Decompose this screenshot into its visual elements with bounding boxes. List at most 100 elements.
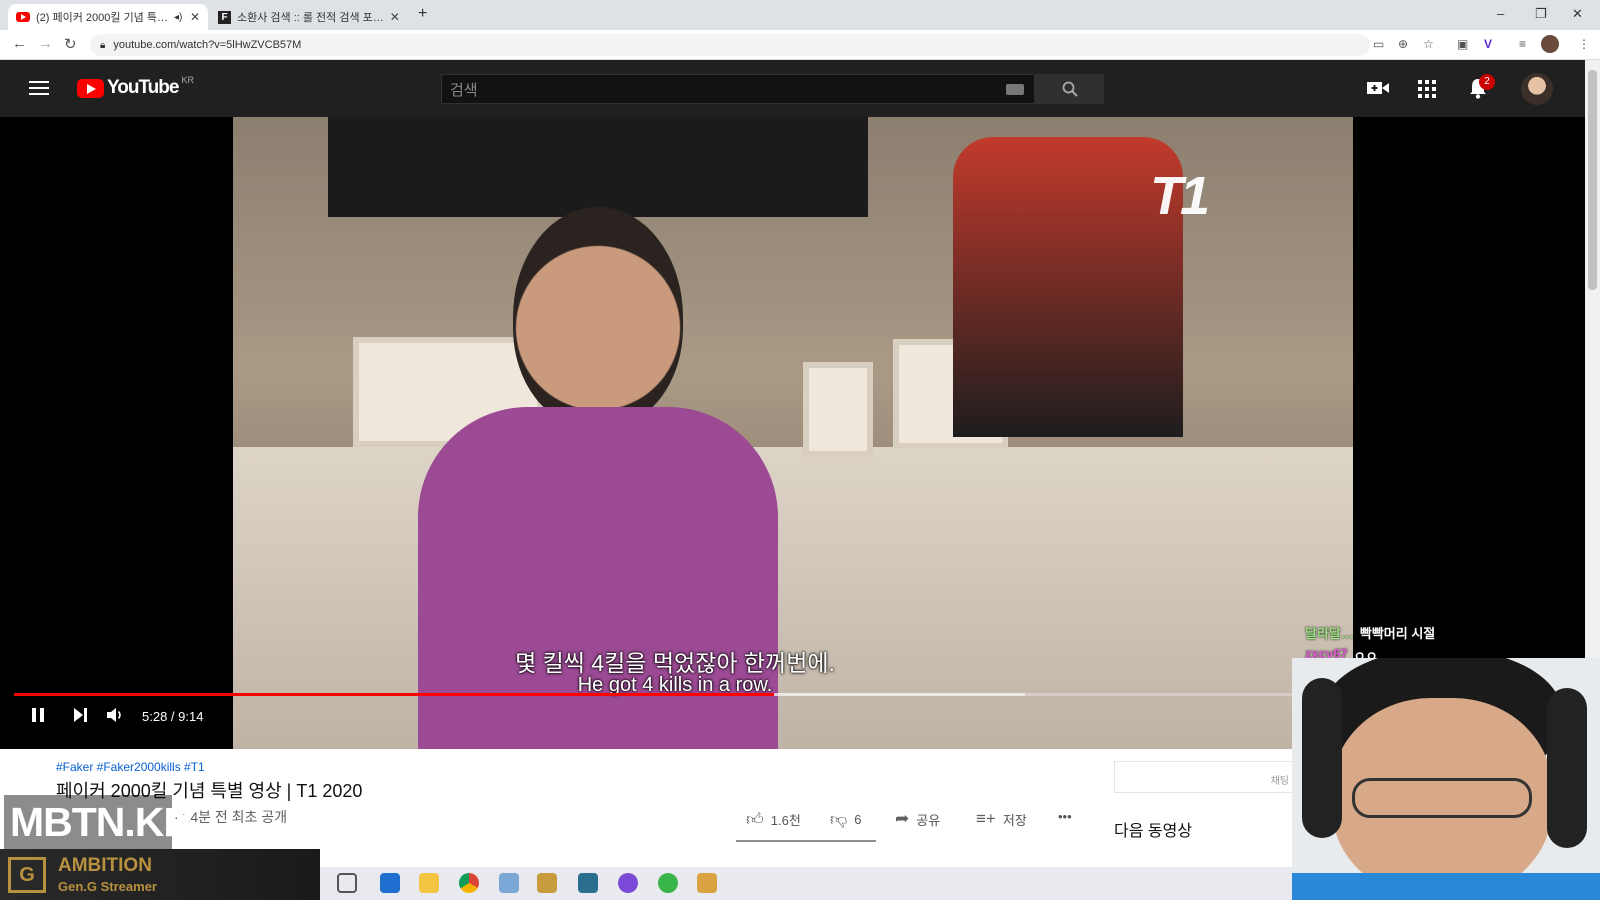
tab-youtube[interactable]: (2) 페이커 2000킬 기념 특… ◂) ✕ [8, 4, 208, 30]
browser-menu-icon[interactable]: ⋮ [1578, 37, 1590, 51]
save-label: 저장 [1002, 812, 1027, 828]
headset-right-scene [1547, 688, 1587, 848]
next-icon [74, 708, 87, 722]
live-chat-input[interactable]: 채팅 [1114, 761, 1294, 793]
logo-text: YouTube [107, 77, 179, 98]
close-icon[interactable]: ✕ [190, 10, 200, 24]
faker-figurine-scene [953, 137, 1183, 437]
pause-icon [32, 708, 44, 722]
youtube-header: YouTube KR 검색 2 [0, 60, 1585, 117]
hamburger-menu-icon[interactable] [29, 81, 49, 95]
tv-screen-scene [328, 117, 868, 217]
streamer-banner: G AMBITION Gen.G Streamer [0, 849, 320, 900]
streamer-subtitle: Gen.G Streamer [58, 879, 157, 894]
dislike-button[interactable]: 👎︎ 6 [830, 809, 862, 830]
site-favicon-icon: F [218, 10, 231, 24]
headset-left-scene [1302, 678, 1342, 838]
up-next-heading: 다음 동영상 [1114, 823, 1193, 840]
minimize-button[interactable]: – [1497, 6, 1504, 21]
tab-title: 소환사 검색 :: 롤 전적 검색 포… [237, 12, 384, 24]
tab-title: (2) 페이커 2000킬 기념 특… [36, 12, 168, 24]
create-video-icon[interactable] [1367, 80, 1389, 101]
time-display: 5:28 / 9:14 [142, 709, 204, 724]
forward-arrow-icon[interactable]: → [38, 35, 53, 52]
page-scrollbar[interactable] [1585, 60, 1600, 658]
youtube-play-icon [77, 78, 104, 98]
reload-icon[interactable]: ↻ [64, 35, 77, 53]
league-game-icon[interactable] [697, 873, 717, 893]
gen-g-logo-icon: G [8, 857, 46, 893]
back-arrow-icon[interactable]: ← [12, 35, 27, 52]
region-code: KR [181, 75, 194, 85]
edge-browser-icon[interactable] [380, 873, 400, 893]
search-input[interactable]: 검색 [441, 74, 1035, 104]
playlist-add-icon: ≡+ [976, 809, 996, 828]
music-app-icon[interactable] [658, 873, 678, 893]
keyboard-icon[interactable] [1006, 84, 1024, 95]
picture-frame-scene [803, 362, 873, 457]
thumbs-down-icon: 👎︎ [830, 810, 848, 829]
share-label: 공유 [916, 812, 941, 828]
webcam-glasses-scene [1352, 778, 1532, 818]
streamer-name: AMBITION [58, 855, 152, 876]
progress-bar[interactable] [14, 693, 1294, 696]
search-button[interactable] [1035, 74, 1104, 104]
vpn-extension-icon[interactable]: V [1484, 37, 1492, 51]
search-placeholder: 검색 [450, 81, 478, 99]
discord-icon[interactable] [618, 873, 638, 893]
cast-icon[interactable]: ▭ [1373, 37, 1384, 51]
hashtags-link[interactable]: #Faker #Faker2000kills #T1 [56, 760, 205, 774]
webcam-shirt-scene [1292, 873, 1600, 900]
task-view-icon[interactable] [337, 873, 357, 893]
browser-tab-strip: (2) 페이커 2000킬 기념 특… ◂) ✕ F 소환사 검색 :: 롤 전… [0, 0, 1600, 30]
app-icon[interactable] [499, 873, 519, 893]
scrollbar-thumb[interactable] [1588, 70, 1597, 290]
bookmark-star-icon[interactable]: ☆ [1423, 37, 1434, 51]
streamer-webcam [1292, 658, 1600, 900]
mbtn-watermark: MBTN.KR [4, 795, 193, 849]
lock-icon: 🔒︎ [100, 39, 106, 51]
profile-avatar-icon[interactable] [1541, 35, 1559, 53]
url-text: youtube.com/watch?v=5lHwZVCB57M [113, 39, 302, 51]
like-count: 1.6천 [770, 813, 801, 828]
new-tab-button[interactable]: + [418, 5, 427, 23]
file-explorer-icon[interactable] [419, 873, 439, 893]
dislike-count: 6 [854, 812, 862, 827]
volume-icon [107, 708, 121, 722]
speaker-icon: ◂) [173, 11, 183, 23]
share-arrow-icon: ➦ [895, 809, 910, 828]
account-avatar[interactable] [1521, 73, 1553, 105]
more-icon: ••• [1058, 809, 1072, 824]
pause-button[interactable] [30, 707, 46, 728]
cabinet-scene [233, 447, 1353, 749]
chat-text: 빡빡머리 시절 [1359, 626, 1436, 641]
address-bar[interactable]: 🔒︎ youtube.com/watch?v=5lHwZVCB57M [90, 34, 1370, 56]
like-button[interactable]: 👍︎ 1.6천 [746, 809, 801, 830]
apps-grid-icon[interactable] [1418, 80, 1436, 103]
like-ratio-bar [736, 840, 876, 842]
notification-count-badge: 2 [1479, 74, 1495, 90]
restore-button[interactable]: ❐ [1535, 6, 1547, 22]
t1-watermark-logo: T1 [1150, 166, 1210, 226]
more-actions-button[interactable]: ••• [1058, 809, 1072, 824]
tab-op-gg[interactable]: F 소환사 검색 :: 롤 전적 검색 포… ✕ [210, 4, 406, 30]
share-button[interactable]: ➦ 공유 [895, 809, 940, 829]
thumbs-up-icon: 👍︎ [746, 810, 764, 829]
next-button[interactable] [72, 707, 88, 728]
video-player[interactable]: T1 몇 킬씩 4킬을 먹었잖아 한꺼번에. He got 4 kills in… [0, 117, 1585, 749]
chrome-icon[interactable] [459, 873, 479, 893]
close-window-button[interactable]: ✕ [1572, 6, 1583, 22]
search-icon [1062, 81, 1078, 97]
save-button[interactable]: ≡+ 저장 [976, 809, 1027, 829]
zoom-icon[interactable]: ⊕ [1398, 37, 1408, 51]
youtube-logo[interactable]: YouTube KR [77, 75, 194, 99]
subtitle-korean: 몇 킬씩 4킬을 먹었잖아 한꺼번에. [515, 650, 835, 676]
playlist-icon[interactable]: ≡ [1519, 37, 1526, 51]
chat-message: 달라달… 빡빡머리 시절 [1305, 623, 1575, 646]
progress-fill [14, 693, 775, 696]
extension-icon[interactable]: ▣ [1457, 37, 1468, 51]
league-client-icon[interactable] [537, 873, 557, 893]
monitor-app-icon[interactable] [578, 873, 598, 893]
close-icon[interactable]: ✕ [390, 10, 400, 24]
volume-button[interactable] [106, 707, 124, 728]
